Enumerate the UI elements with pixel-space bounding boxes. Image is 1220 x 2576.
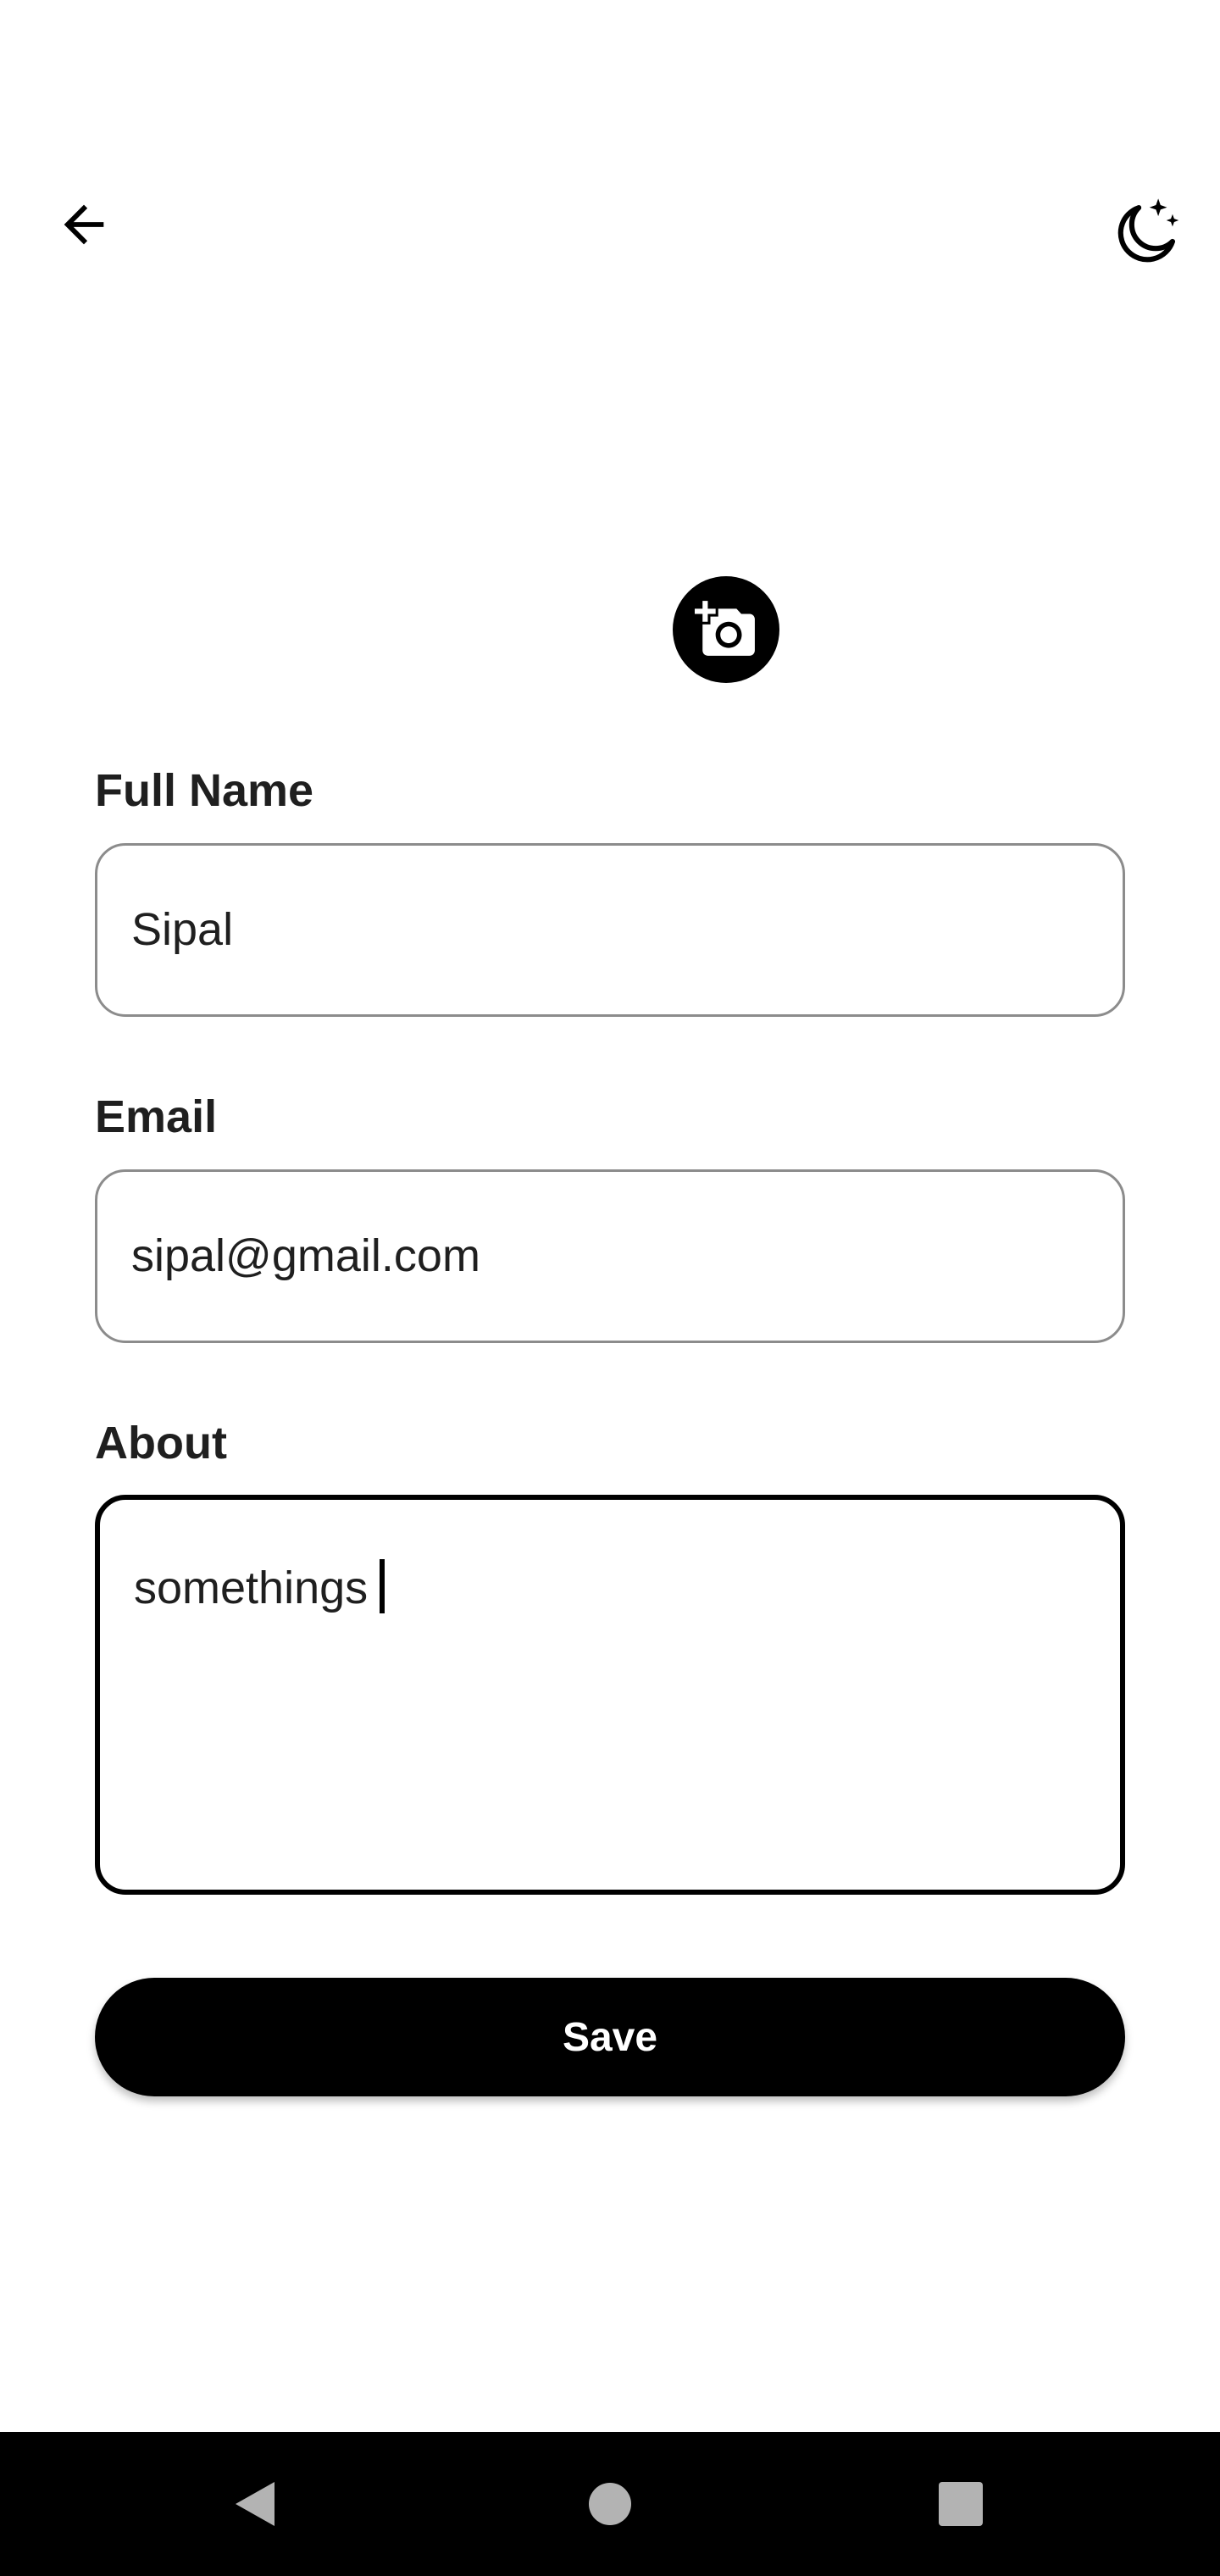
nav-recents-icon (939, 2482, 983, 2526)
back-button[interactable] (37, 178, 130, 271)
add-photo-button[interactable] (673, 576, 779, 683)
moon-stars-icon (1117, 198, 1179, 263)
nav-recents-button[interactable] (893, 2432, 1029, 2576)
about-field[interactable]: somethings (95, 1495, 1125, 1895)
arrow-left-icon (64, 204, 104, 245)
save-button[interactable]: Save (95, 1978, 1125, 2096)
full-name-value: Sipal (131, 904, 234, 955)
add-a-photo-icon (695, 601, 755, 656)
nav-back-icon (236, 2482, 274, 2526)
about-label: About (95, 1418, 227, 1468)
nav-home-icon (589, 2483, 631, 2525)
about-value: somethings (134, 1563, 369, 1613)
nav-home-button[interactable] (542, 2432, 678, 2576)
about-value-line: somethings (134, 1559, 385, 1613)
email-label: Email (95, 1091, 218, 1142)
theme-toggle-button[interactable] (1098, 186, 1191, 280)
system-navigation-bar (0, 2432, 1220, 2576)
email-field[interactable]: sipal@gmail.com (95, 1169, 1125, 1343)
text-cursor (380, 1559, 385, 1613)
full-name-label: Full Name (95, 765, 314, 816)
nav-back-button[interactable] (186, 2432, 322, 2576)
email-value: sipal@gmail.com (131, 1230, 480, 1281)
full-name-field[interactable]: Sipal (95, 843, 1125, 1017)
